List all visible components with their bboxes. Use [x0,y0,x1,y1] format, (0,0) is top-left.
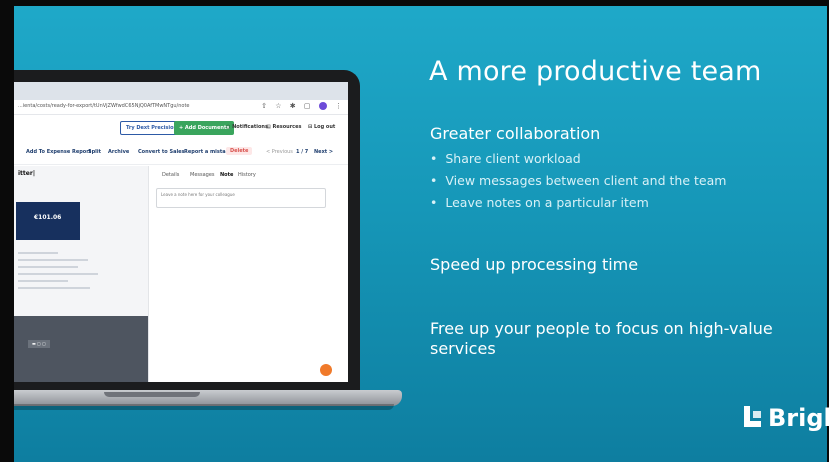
invoice-body-lines [18,252,118,294]
resources-icon: ▤ [266,124,271,130]
tab-note[interactable]: Note [220,172,233,178]
invoice-total-banner: €101.06 [16,202,80,240]
presentation-slide: ...ienta/costs/ready-for-export/tUnVjZWf… [0,0,829,462]
logout-link[interactable]: ⊟ Log out [308,124,335,130]
previous-button[interactable]: < Previous [266,149,293,155]
chat-support-icon[interactable] [320,364,332,376]
resources-link[interactable]: ▤ Resources [266,124,302,130]
bell-icon: ○ [226,124,231,130]
document-viewer-controls: ▬ ▢ ▢ [14,316,148,382]
notifications-link[interactable]: ○ Notifications [226,124,268,130]
report-mistake-button[interactable]: Report a mistake [184,149,232,155]
frame-border-top [0,0,829,6]
notifications-label: Notifications [232,124,268,130]
archive-button[interactable]: Archive [108,149,129,155]
tab-details[interactable]: Details [162,172,179,178]
bright-logo: Bright [741,404,829,432]
document-preview: itter| €101.06 ▬ ▢ ▢ [14,166,149,382]
side-panel: Details Messages Note History Leave a no… [150,166,348,382]
bullet-item: Share client workload [430,151,726,166]
item-actions-bar: Add To Expense Report Split Archive Conv… [14,142,348,165]
extensions-icon[interactable]: ✱ [290,102,296,110]
sidepanel-icon[interactable]: ▢ [304,102,311,110]
bookmark-star-icon[interactable]: ☆ [275,102,281,110]
convert-to-sales-button[interactable]: Convert to Sales [138,149,185,155]
section-title-speed: Speed up processing time [430,255,639,274]
section-title-free-up: Free up your people to focus on high-val… [430,319,773,358]
add-expense-report-button[interactable]: Add To Expense Report [26,149,91,155]
browser-menu-icon[interactable]: ⋮ [335,102,342,110]
zoom-control[interactable]: ▬ ▢ ▢ [28,340,50,348]
logout-label: Log out [313,124,336,130]
resources-label: Resources [272,124,302,130]
invoice-title: itter| [18,170,36,177]
frame-border-left [0,0,14,462]
browser-action-icons: ⇧ ☆ ✱ ▢ ⋮ [255,102,342,110]
split-button[interactable]: Split [88,149,101,155]
browser-address-bar[interactable]: ...ienta/costs/ready-for-export/tUnVjZWf… [14,100,348,115]
note-textarea[interactable]: Leave a note here for your colleague [156,188,326,208]
share-icon[interactable]: ⇧ [261,102,267,110]
invoice-amount: €101.06 [34,214,62,221]
section-title-collaboration: Greater collaboration [430,124,601,143]
app-top-bar: Try Dext Precision + Add Documents ○ Not… [14,116,348,140]
logout-icon: ⊟ [308,124,313,130]
tab-history[interactable]: History [238,172,256,178]
laptop-hinge-notch [104,392,200,397]
next-button[interactable]: Next > [314,149,333,155]
note-placeholder: Leave a note here for your colleague [161,192,235,197]
tab-messages[interactable]: Messages [190,172,215,178]
url-text[interactable]: ...ienta/costs/ready-for-export/tUnVjZWf… [18,103,190,109]
profile-avatar-icon[interactable] [318,102,327,110]
page-indicator: 1 / 7 [296,149,309,155]
laptop-screen: ...ienta/costs/ready-for-export/tUnVjZWf… [14,82,348,382]
laptop-shadow [14,404,394,410]
browser-tabstrip [14,82,348,100]
bullet-item: View messages between client and the tea… [430,173,726,188]
bright-logo-icon [744,406,761,427]
delete-button[interactable]: Delete [226,147,253,155]
bullet-item: Leave notes on a particular item [430,195,726,210]
collaboration-bullets: Share client workload View messages betw… [430,151,726,217]
bright-logo-text: Bright [768,404,829,432]
slide-headline: A more productive team [429,56,762,87]
